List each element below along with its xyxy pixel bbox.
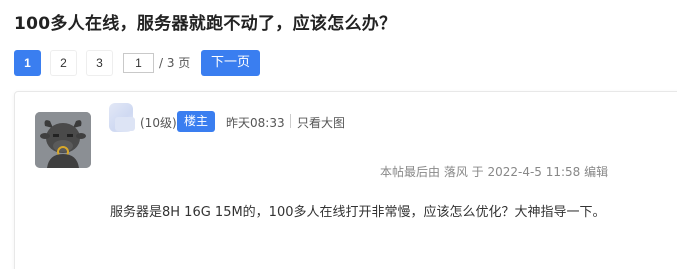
page-button-3[interactable]: 3 (86, 50, 113, 76)
post-content: 服务器是8H 16G 15M的，100多人在线打开非常慢，应该怎么优化？大神指导… (110, 205, 606, 220)
only-view-images-link[interactable]: 只看大图 (297, 114, 345, 131)
next-page-button[interactable]: 下一页 (201, 50, 260, 76)
post-card: (10级) 楼主 昨天08:33 只看大图 本帖最后由 落风 于 2022-4-… (14, 91, 677, 269)
cartoon-ox-avatar-icon[interactable] (35, 112, 91, 168)
username-blurred-overlay (115, 117, 135, 131)
post-time: 昨天08:33 (226, 116, 285, 130)
page-button-1[interactable]: 1 (14, 50, 41, 76)
page-number-input[interactable] (123, 53, 154, 73)
edit-note: 本帖最后由 落风 于 2022-4-5 11:58 编辑 (380, 165, 609, 179)
thread-title: 100多人在线，服务器就跑不动了，应该怎么办？ (14, 14, 397, 34)
page-total-label: / 3 页 (159, 56, 191, 70)
page-button-2[interactable]: 2 (50, 50, 77, 76)
user-level: (10级) (140, 116, 177, 130)
op-badge: 楼主 (177, 111, 215, 132)
separator (290, 114, 291, 128)
